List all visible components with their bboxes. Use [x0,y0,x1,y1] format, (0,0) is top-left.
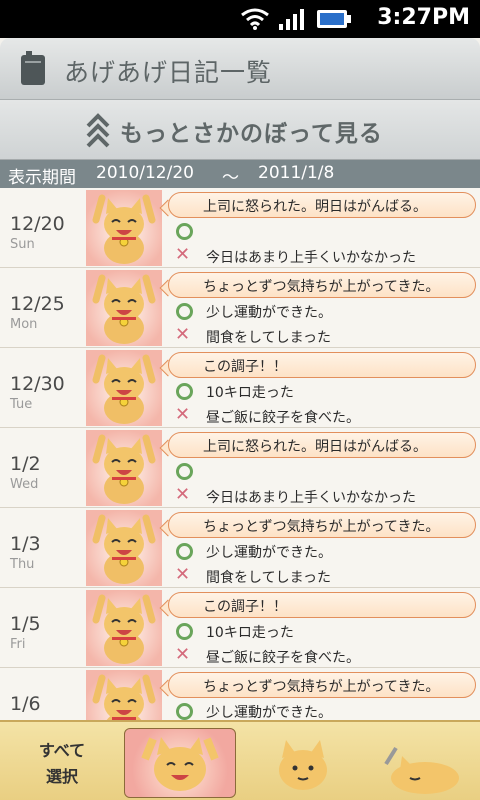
battery-icon [317,10,351,28]
bottom-filter-bar: すべて 選択 [0,720,480,800]
diary-entry-row[interactable]: 1/2 Wed 上司に怒られた。明日はがんばる。 ✕ 今日はあまり上手くいかなか… [0,428,480,508]
period-bar: 表示期間 2010/12/20 〜 2011/1/8 [0,160,480,188]
diary-entry-row[interactable]: 1/3 Thu ちょっとずつ気持ちが上がってきた。 少し運動ができた。 ✕ 間食… [0,508,480,588]
happy-cat-icon [86,430,162,506]
entry-weekday: Fri [10,637,26,652]
entry-good-text: 少し運動ができた。 [206,545,332,561]
entry-weekday: Thu [10,557,35,572]
happy-cat-icon [86,270,162,346]
circle-good-icon [176,383,193,400]
entry-date: 12/30 [10,373,65,395]
entry-comment: ちょっとずつ気持ちが上がってきた。 [168,512,476,538]
circle-good-icon [176,623,193,640]
happy-cat-icon [86,670,162,720]
entry-comment: この調子！！ [168,352,476,378]
happy-cat-icon [86,590,162,666]
cross-bad-icon: ✕ [175,644,191,665]
app-header: あげあげ日記一覧 [0,38,480,100]
page-title: あげあげ日記一覧 [64,58,273,87]
filter-calm-cat-button[interactable] [248,728,360,798]
entry-comment: 上司に怒られた。明日はがんばる。 [168,432,476,458]
entry-comment: ちょっとずつ気持ちが上がってきた。 [168,672,476,698]
entry-date: 1/3 [10,533,41,555]
entry-date: 1/5 [10,613,41,635]
calm-cat-icon [279,740,327,790]
entry-date: 12/20 [10,213,65,235]
load-earlier-button[interactable]: もっとさかのぼって見る [0,100,480,160]
diary-entry-row[interactable]: 12/30 Tue この調子！！ 10キロ走った ✕ 昼ご飯に餃子を食べた。 [0,348,480,428]
period-label: 表示期間 [8,168,76,188]
entry-weekday: Wed [10,477,39,492]
diary-entry-row[interactable]: 12/25 Mon ちょっとずつ気持ちが上がってきた。 少し運動ができた。 ✕ … [0,268,480,348]
diary-book-icon [21,51,45,85]
circle-good-icon [176,703,193,720]
select-all-button[interactable]: すべて 選択 [14,732,110,792]
entry-bad-text: 今日はあまり上手くいかなかった [206,250,416,266]
entry-good-text: 10キロ走った [206,625,294,641]
circle-good-icon [176,463,193,480]
entry-good-text: 少し運動ができた。 [206,305,332,321]
sleepy-cat-icon [384,746,459,794]
happy-cat-icon [86,510,162,586]
cross-bad-icon: ✕ [175,404,191,425]
entry-bad-text: 間食をしてしまった [206,570,332,586]
diary-list[interactable]: 12/20 Sun 上司に怒られた。明日はがんばる。 ✕ 今日はあまり上手くいか… [0,188,480,720]
entry-comment: ちょっとずつ気持ちが上がってきた。 [168,272,476,298]
diary-entry-row[interactable]: 1/6 ちょっとずつ気持ちが上がってきた。 少し運動ができた。 [0,668,480,720]
period-start: 2010/12/20 [96,163,194,183]
circle-good-icon [176,303,193,320]
circle-good-icon [176,223,193,240]
entry-weekday: Tue [10,397,33,412]
cross-bad-icon: ✕ [175,564,191,585]
filter-sleepy-cat-button[interactable] [370,728,480,798]
wifi-icon [241,8,269,30]
entry-date: 1/6 [10,693,41,715]
signal-icon [279,9,304,30]
period-separator: 〜 [222,168,239,188]
select-all-label: すべて 選択 [38,741,86,786]
cross-bad-icon: ✕ [175,324,191,345]
double-chevron-up-icon [86,113,110,148]
entry-weekday: Sun [10,237,35,252]
filter-happy-cat-button[interactable] [124,728,236,798]
entry-comment: この調子！！ [168,592,476,618]
entry-bad-text: 昼ご飯に餃子を食べた。 [206,650,360,666]
happy-cat-icon [141,737,219,791]
entry-weekday: Mon [10,317,38,332]
entry-date: 12/25 [10,293,65,315]
entry-bad-text: 昼ご飯に餃子を食べた。 [206,410,360,426]
entry-comment: 上司に怒られた。明日はがんばる。 [168,192,476,218]
diary-entry-row[interactable]: 12/20 Sun 上司に怒られた。明日はがんばる。 ✕ 今日はあまり上手くいか… [0,188,480,268]
period-end: 2011/1/8 [258,163,335,183]
entry-bad-text: 今日はあまり上手くいかなかった [206,490,416,506]
status-icons [240,6,352,32]
clock: 3:27PM [377,5,470,30]
entry-good-text: 少し運動ができた。 [206,705,332,720]
entry-date: 1/2 [10,453,41,475]
happy-cat-icon [86,190,162,266]
entry-good-text: 10キロ走った [206,385,294,401]
circle-good-icon [176,543,193,560]
entry-bad-text: 間食をしてしまった [206,330,332,346]
diary-entry-row[interactable]: 1/5 Fri この調子！！ 10キロ走った ✕ 昼ご飯に餃子を食べた。 [0,588,480,668]
cross-bad-icon: ✕ [175,244,191,265]
cross-bad-icon: ✕ [175,484,191,505]
load-earlier-label: もっとさかのぼって見る [120,121,383,147]
status-bar: 3:27PM [0,0,480,38]
happy-cat-icon [86,350,162,426]
